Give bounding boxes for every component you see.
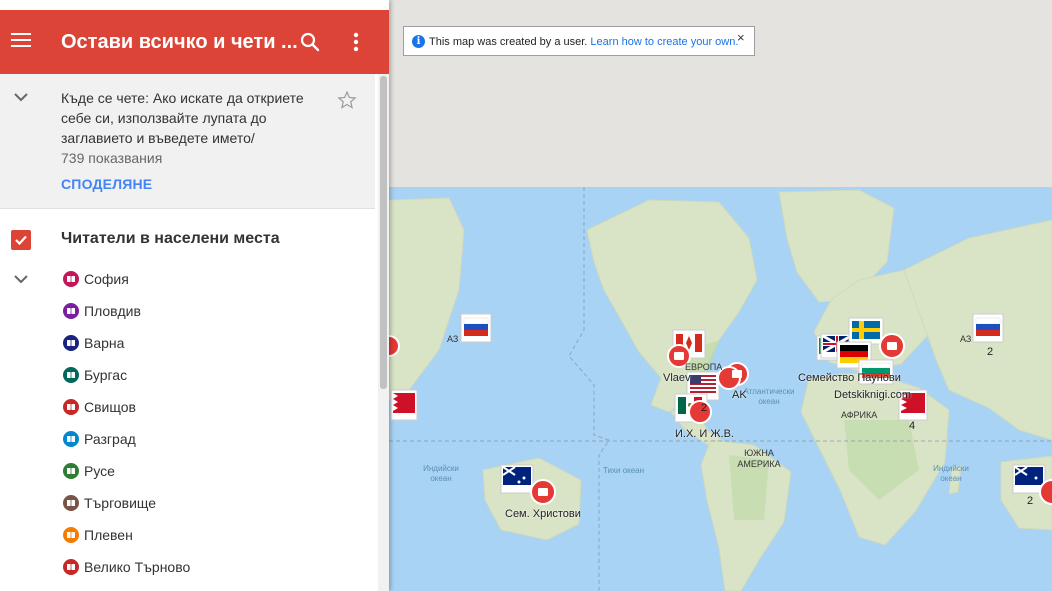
sidebar: Остави всичко и чети ... Къде се чете: А… (0, 0, 389, 591)
marker-label-ih-zhv[interactable]: И.Х. И Ж.В. (675, 428, 734, 440)
book-icon (63, 463, 79, 479)
map-description: Къде се чете: Ако искате да откриете себ… (61, 90, 304, 146)
layer-item[interactable]: Бургас (63, 364, 127, 386)
star-icon[interactable] (337, 90, 357, 110)
user-map-notice: i This map was created by a user. Learn … (403, 26, 755, 56)
layer-item[interactable]: Разград (63, 428, 136, 450)
marker-label-ak[interactable]: AK (732, 389, 747, 401)
marker-label-hristovi[interactable]: Сем. Христови (505, 508, 581, 520)
book-icon (63, 335, 79, 351)
search-icon[interactable] (298, 30, 322, 54)
chevron-down-icon[interactable] (12, 270, 30, 288)
layer-item-label: София (84, 271, 129, 287)
layer-item-label: Велико Търново (84, 559, 191, 575)
sidebar-scrollbar[interactable] (378, 74, 389, 591)
marker-label-detskiknigi[interactable]: Detskiknigi.com (834, 389, 911, 401)
layer-item[interactable]: Плевен (63, 524, 133, 546)
scrollbar-thumb[interactable] (380, 76, 387, 389)
map-canvas[interactable]: Атлантически океан Индийски океан Тихи о… (389, 0, 1052, 591)
map-info-panel: Къде се чете: Ако искате да откриете себ… (0, 74, 375, 209)
book-icon (63, 431, 79, 447)
layer-item-label: Варна (84, 335, 125, 351)
layer-item[interactable]: Пловдив (63, 300, 141, 322)
ocean-label-pacific: Тихи океан (603, 466, 645, 475)
layer-item[interactable]: Варна (63, 332, 124, 354)
ocean-label-indian-left: Индийски океан (423, 464, 459, 483)
cluster-count-australia[interactable]: 2 (1027, 495, 1033, 507)
layer-item[interactable]: Велико Търново (63, 556, 190, 578)
book-icon (63, 367, 79, 383)
cluster-count-bahrain[interactable]: 4 (909, 420, 915, 432)
layer-item-label: Пловдив (84, 303, 141, 319)
cluster-count-usa[interactable]: 2 (701, 402, 707, 414)
continent-label-asia-right: АЗ (960, 334, 972, 344)
continent-label-europe: ЕВРОПА (685, 362, 723, 372)
layer-name: Читатели в населени места (61, 230, 280, 247)
layer-item-label: Русе (84, 463, 115, 479)
more-vert-icon[interactable] (346, 30, 366, 54)
layer-item-label: Плевен (84, 527, 133, 543)
layer-item-label: Свищов (84, 399, 136, 415)
layer-item[interactable]: София (63, 268, 129, 290)
world-map (389, 187, 1052, 591)
learn-more-link[interactable]: Learn how to create your own. (590, 36, 738, 48)
layer-item[interactable]: Русе (63, 460, 115, 482)
layer-item-label: Търговище (84, 495, 157, 511)
layer-item[interactable]: Търговище (63, 492, 156, 514)
app-root: Атлантически океан Индийски океан Тихи о… (0, 0, 1052, 591)
cluster-count-russia[interactable]: 2 (987, 346, 993, 358)
continent-label-asia-left: АЗ (447, 334, 459, 344)
book-icon (63, 495, 79, 511)
info-icon: i (412, 35, 425, 48)
continent-label-south-america: ЮЖНА АМЕРИКА (737, 448, 781, 469)
layer-item[interactable]: Свищов (63, 396, 136, 418)
ocean-label-indian-right: Индийски океан (933, 464, 969, 483)
marker-label-paunovi[interactable]: Семейство Паунови (798, 372, 901, 384)
book-icon (63, 399, 79, 415)
book-icon (63, 303, 79, 319)
book-icon (63, 271, 79, 287)
share-button[interactable]: СПОДЕЛЯНЕ (61, 176, 152, 192)
layer-panel: Читатели в населени места София Пловдив Ва… (0, 209, 375, 591)
marker-label-vlaev[interactable]: Vlaev (663, 372, 691, 384)
hamburger-menu-icon[interactable] (10, 30, 32, 52)
map-title: Остави всичко и чети ... (61, 31, 298, 53)
view-count: 739 показвания (61, 150, 163, 166)
book-icon (63, 559, 79, 575)
continent-label-africa: АФРИКА (841, 410, 878, 420)
book-icon (63, 527, 79, 543)
close-icon[interactable]: × (737, 30, 745, 45)
layer-checkbox[interactable] (11, 230, 31, 250)
notice-text: This map was created by a user. (429, 36, 588, 48)
app-header: Остави всичко и чети ... (0, 10, 389, 74)
notice-text-wrap: This map was created by a user. Learn ho… (429, 36, 738, 48)
layer-item-label: Разград (84, 431, 136, 447)
chevron-down-icon[interactable] (12, 88, 30, 106)
layer-item-label: Бургас (84, 367, 128, 383)
